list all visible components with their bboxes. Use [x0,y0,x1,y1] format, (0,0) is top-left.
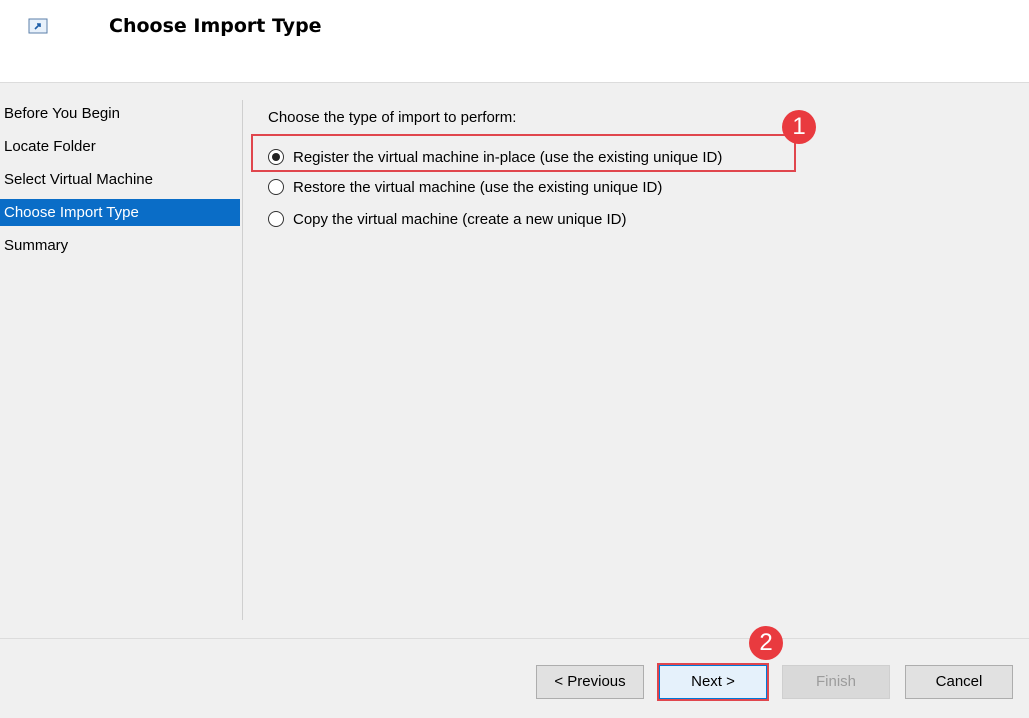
wizard-steps-nav: Before You Begin Locate Folder Select Vi… [0,100,240,265]
page-title: Choose Import Type [109,15,322,37]
wizard-header: Choose Import Type [0,0,1029,83]
step1-highlight-box [251,134,796,172]
previous-button[interactable]: < Previous [536,665,644,699]
option-restore[interactable]: Restore the virtual machine (use the exi… [268,176,662,198]
step2-badge: 2 [749,626,783,660]
nav-divider [242,100,243,620]
option-copy-label: Copy the virtual machine (create a new u… [293,210,627,228]
footer-divider [0,638,1029,639]
radio-restore[interactable] [268,179,284,195]
import-wizard-icon [28,18,48,34]
import-type-prompt: Choose the type of import to perform: [268,109,517,126]
nav-item-before-you-begin[interactable]: Before You Begin [0,100,240,127]
step1-badge: 1 [782,110,816,144]
finish-button: Finish [782,665,890,699]
import-type-panel: Choose the type of import to perform: [268,108,516,128]
radio-copy[interactable] [268,211,284,227]
nav-item-choose-import-type[interactable]: Choose Import Type [0,199,240,226]
option-restore-label: Restore the virtual machine (use the exi… [293,178,663,196]
nav-item-select-virtual-machine[interactable]: Select Virtual Machine [0,166,240,193]
option-copy[interactable]: Copy the virtual machine (create a new u… [268,208,627,230]
cancel-button[interactable]: Cancel [905,665,1013,699]
next-button[interactable]: Next > [659,665,767,699]
nav-item-summary[interactable]: Summary [0,232,240,259]
nav-item-locate-folder[interactable]: Locate Folder [0,133,240,160]
